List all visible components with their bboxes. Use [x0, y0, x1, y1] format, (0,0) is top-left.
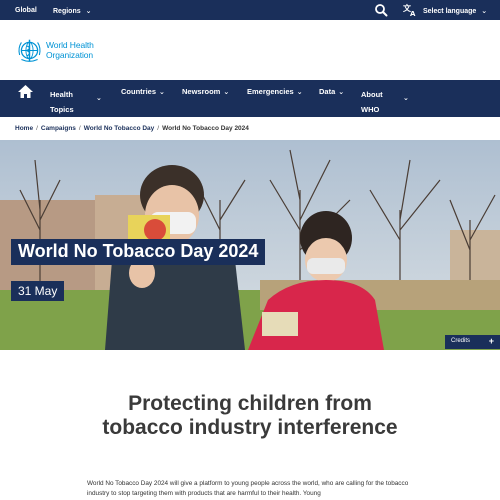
- breadcrumb-current: World No Tobacco Day 2024: [162, 125, 249, 132]
- breadcrumb-campaigns[interactable]: Campaigns: [41, 125, 76, 132]
- nav-about-label-2: WHO: [361, 105, 380, 114]
- language-label: Select language: [423, 8, 477, 15]
- logo-line-2: Organization: [46, 50, 93, 60]
- breadcrumb-separator: /: [157, 125, 160, 132]
- nav-emergencies-label: Emergencies: [247, 87, 294, 96]
- nav-about-label-1: About: [361, 90, 383, 99]
- translate-icon[interactable]: 文 A: [403, 3, 417, 17]
- chevron-down-icon: ⌄: [159, 89, 165, 96]
- chevron-down-icon: ⌄: [96, 95, 102, 102]
- home-icon[interactable]: [17, 84, 34, 99]
- chevron-down-icon: ⌄: [481, 8, 488, 15]
- hero-title: World No Tobacco Day 2024: [11, 239, 266, 265]
- nav-about-who[interactable]: About WHO: [361, 87, 383, 117]
- nav-health-topics-label-1: Health: [50, 90, 73, 99]
- breadcrumb: Home / Campaigns / World No Tobacco Day / Worl…: [15, 125, 249, 132]
- credits-label: Credits: [451, 338, 471, 344]
- search-icon[interactable]: [374, 3, 388, 17]
- top-utility-bar: Global Regions ⌄ 文 A Select language ⌄: [0, 0, 500, 20]
- page-heading-line-2: tobacco industry interference: [102, 416, 398, 439]
- nav-data[interactable]: Data ⌄: [319, 87, 344, 96]
- nav-countries[interactable]: Countries ⌄: [121, 87, 165, 96]
- chevron-down-icon: ⌄: [85, 8, 92, 15]
- main-navigation: Health Topics ⌄ Countries ⌄ Newsroom ⌄ Eme…: [0, 80, 500, 117]
- plus-icon: +: [488, 336, 494, 346]
- global-link[interactable]: Global: [15, 7, 37, 14]
- breadcrumb-home[interactable]: Home: [15, 125, 33, 132]
- nav-emergencies[interactable]: Emergencies ⌄: [247, 87, 303, 96]
- nav-countries-label: Countries: [121, 87, 157, 96]
- svg-text:A: A: [410, 10, 416, 17]
- breadcrumb-separator: /: [36, 125, 38, 132]
- logo-bar: World Health Organization: [0, 20, 500, 80]
- nav-newsroom[interactable]: Newsroom ⌄: [182, 87, 229, 96]
- who-logo-text[interactable]: World Health Organization: [46, 40, 94, 60]
- chevron-down-icon: ⌄: [223, 89, 230, 96]
- chevron-down-icon: ⌄: [338, 89, 345, 96]
- nav-health-topics-label-2: Topics: [50, 105, 74, 114]
- credits-button[interactable]: Credits +: [445, 335, 500, 349]
- nav-health-topics[interactable]: Health Topics: [50, 87, 74, 117]
- chevron-down-icon: ⌄: [403, 95, 409, 102]
- who-emblem-icon[interactable]: [16, 37, 43, 64]
- nav-data-label: Data: [319, 87, 336, 96]
- nav-newsroom-label: Newsroom: [182, 87, 221, 96]
- language-selector[interactable]: Select language ⌄: [423, 7, 487, 15]
- intro-paragraph: World No Tobacco Day 2024 will give a pl…: [87, 480, 409, 497]
- logo-line-1: World Health: [46, 40, 94, 50]
- breadcrumb-event[interactable]: World No Tobacco Day: [84, 125, 155, 132]
- regions-label: Regions: [53, 8, 81, 15]
- page-heading: Protecting children from tobacco industr…: [0, 392, 500, 440]
- breadcrumb-separator: /: [78, 125, 81, 132]
- regions-dropdown[interactable]: Regions ⌄: [53, 7, 92, 15]
- page-heading-line-1: Protecting children from: [128, 392, 372, 415]
- chevron-down-icon: ⌄: [296, 89, 303, 96]
- hero-date: 31 May: [11, 281, 65, 301]
